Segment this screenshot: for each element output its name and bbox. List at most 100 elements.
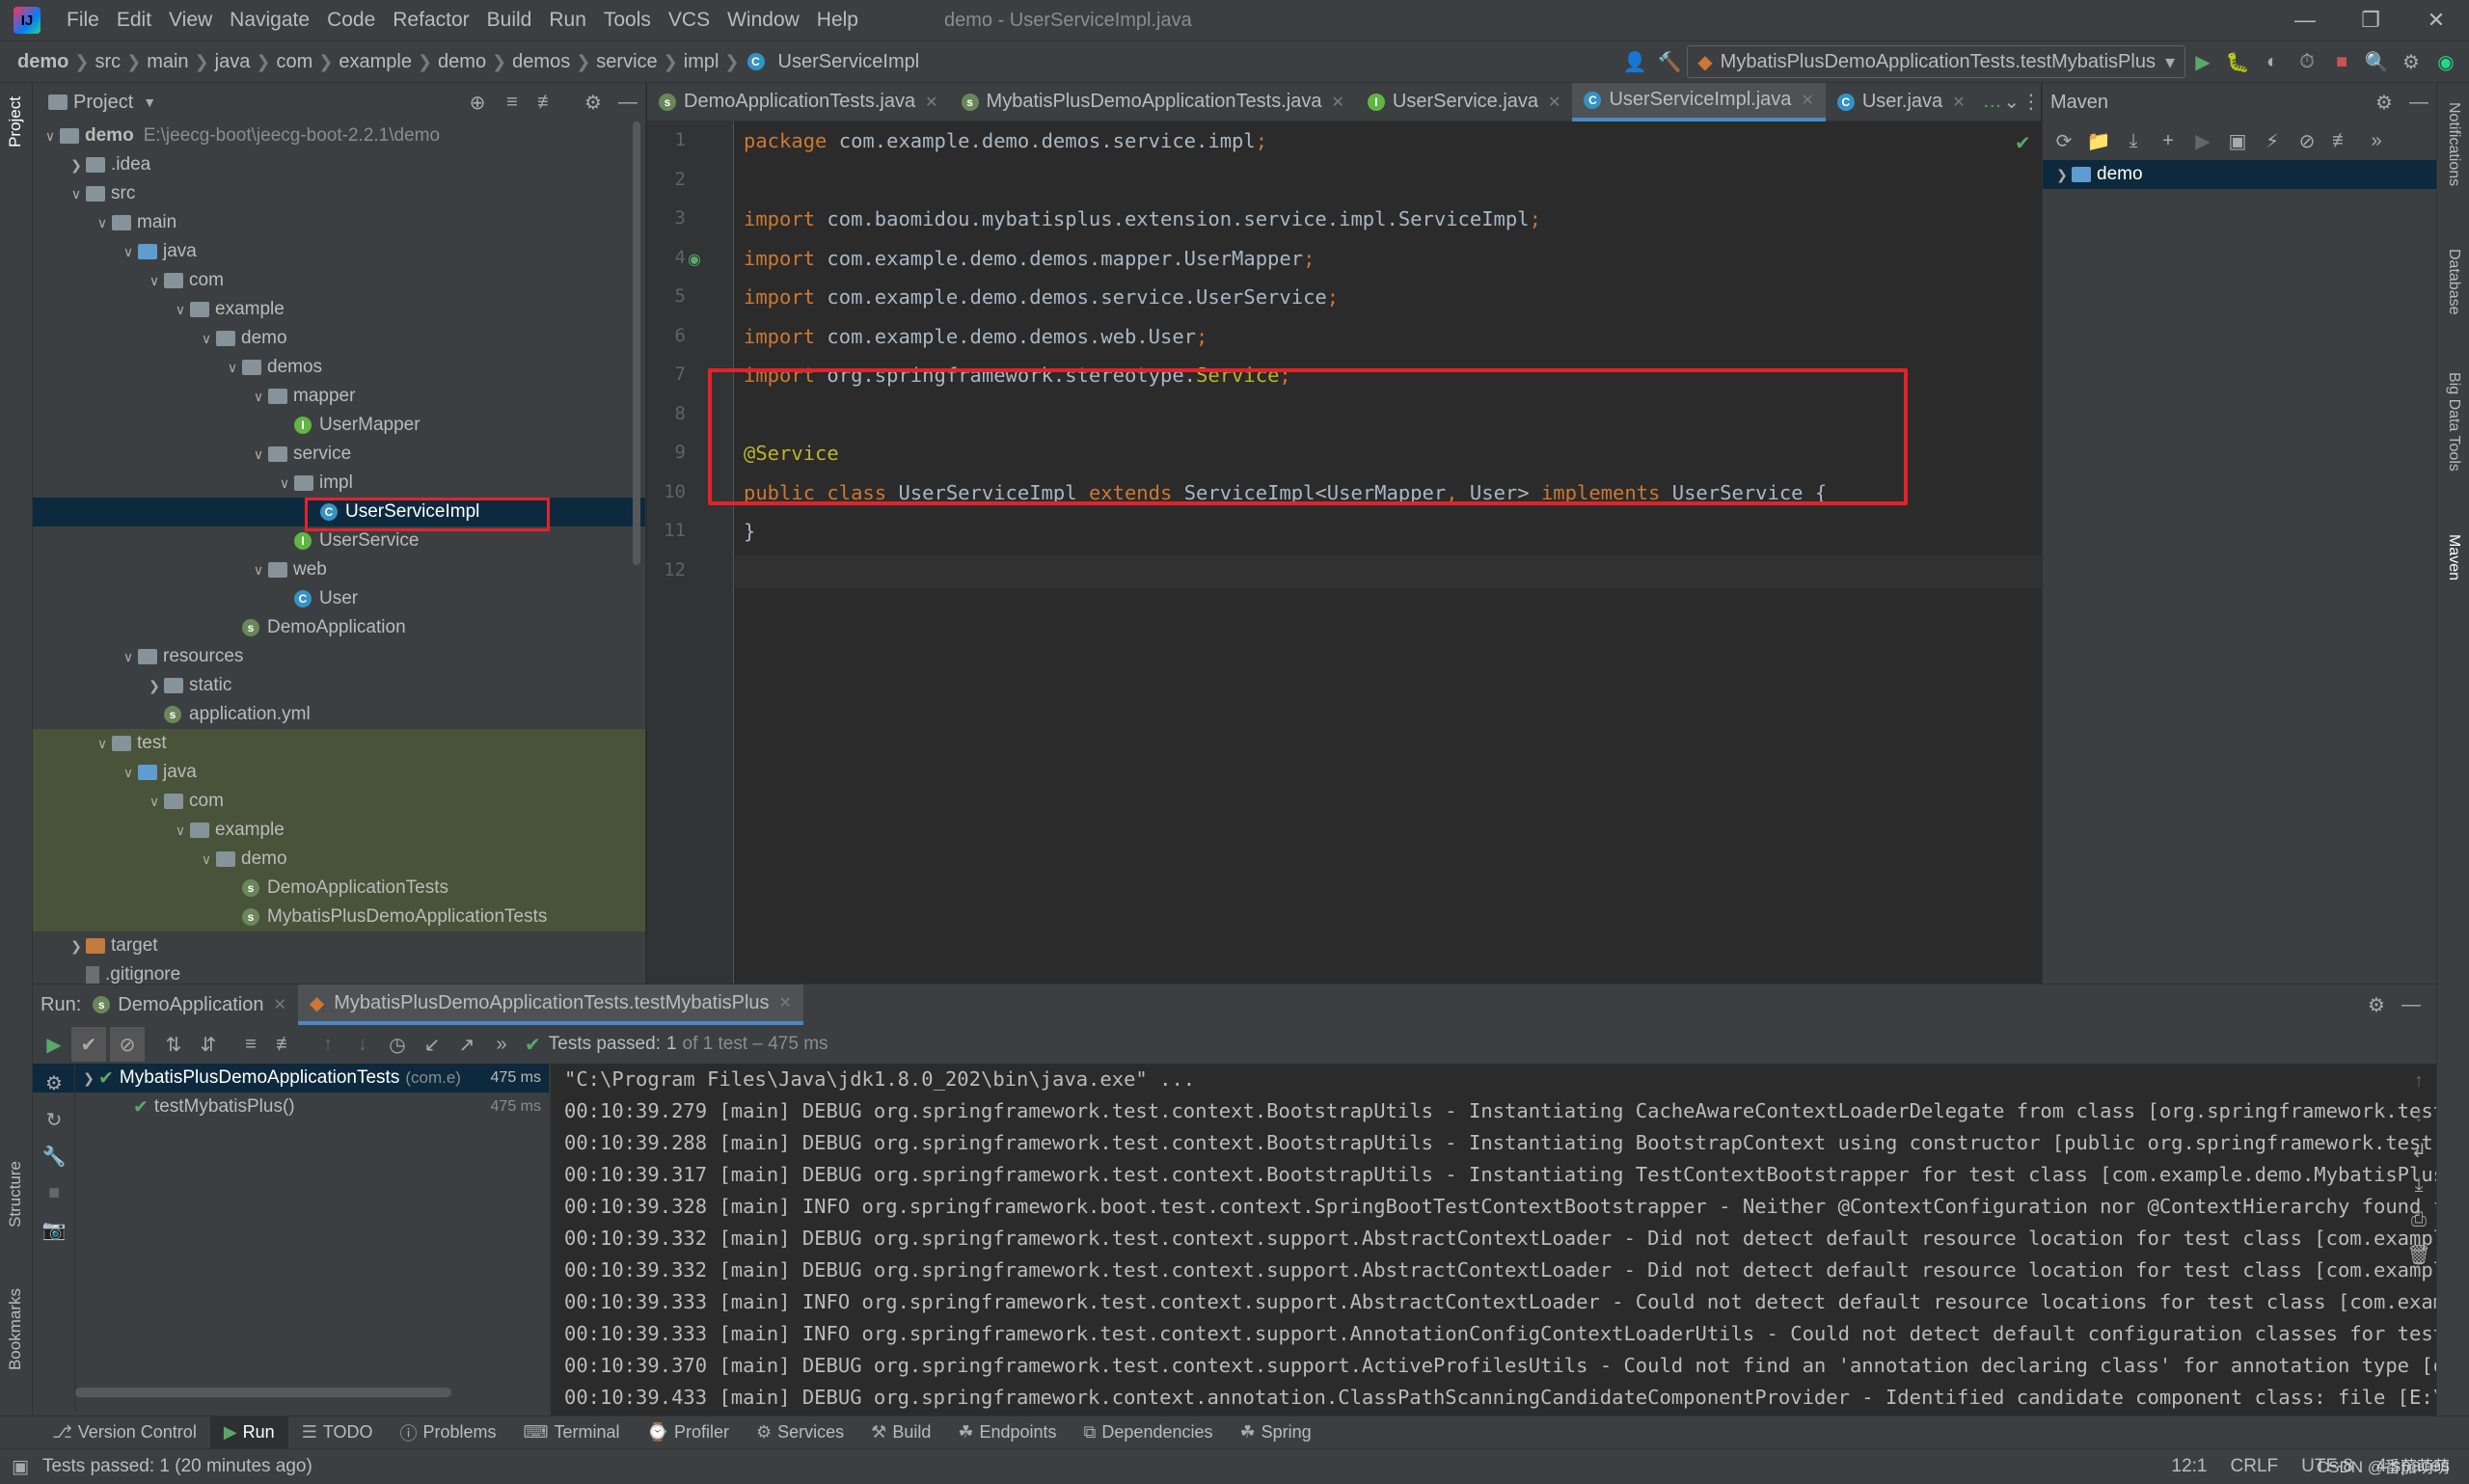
tree-item[interactable]: ❯ static [33,671,645,700]
tree-item[interactable]: ∨ com [33,787,645,816]
editor-tab[interactable]: C User.java ✕ [1826,83,1977,121]
tree-item[interactable]: ❯ target [33,931,645,960]
tool-button-dependencies[interactable]: ⧉ Dependencies [1071,1417,1227,1449]
wrench-icon[interactable]: 🔧 [37,1139,71,1174]
skip-tests-icon[interactable]: ⊘ [2290,123,2324,158]
tool-button-todo[interactable]: ☰ TODO [288,1417,387,1449]
chevron-down-icon[interactable]: ∨ [275,475,294,492]
clear-all-icon[interactable]: 🗑 [2401,1237,2436,1272]
breadcrumb-item[interactable]: demos [506,51,576,73]
run-icon[interactable]: ▶ [2185,123,2220,158]
camera-icon[interactable]: 📷 [37,1212,71,1247]
scroll-to-end-icon[interactable]: ⤓ [2401,1168,2436,1202]
close-window-button[interactable]: ✕ [2403,0,2469,40]
notifications-tool-button[interactable]: Notifications [2445,102,2462,186]
collapse-all-icon[interactable]: ≢ [529,85,564,120]
bean-gutter-icon[interactable]: ◉ [688,250,701,269]
project-tool-button[interactable]: Project [6,96,25,148]
chevron-down-icon[interactable]: ⌄ [2002,85,2021,120]
previous-failed-icon[interactable]: ↑ [311,1027,345,1062]
stop-icon[interactable]: ■ [2324,44,2359,79]
tool-button-problems[interactable]: ⓘ Problems [387,1417,510,1449]
chevron-down-icon[interactable]: ∨ [197,331,216,347]
close-icon[interactable]: ✕ [1952,93,1965,112]
sort-duration-icon[interactable]: ⇵ [191,1027,226,1062]
bookmarks-tool-button[interactable]: Bookmarks [6,1288,25,1370]
tree-item[interactable]: ∨ service [33,440,645,469]
menu-edit[interactable]: Edit [108,0,160,40]
chevron-down-icon[interactable]: ∨ [145,273,164,289]
tree-item[interactable]: ❯ .idea [33,150,645,179]
chevron-down-icon[interactable]: ∨ [119,244,138,260]
tree-item[interactable]: I UserMapper [33,411,645,440]
tree-item[interactable]: ∨ demo [33,324,645,353]
menu-vcs[interactable]: VCS [660,0,719,40]
chevron-down-icon[interactable]: ∨ [197,851,216,868]
collapse-all-icon[interactable]: ≢ [268,1027,303,1062]
scrollbar[interactable] [633,121,640,565]
hide-panel-icon[interactable]: — [610,85,645,120]
tree-item[interactable]: C User [33,584,645,613]
editor-tab[interactable]: s DemoApplicationTests.java ✕ [647,83,950,121]
chevron-down-icon[interactable]: ∨ [41,128,60,145]
chevron-down-icon[interactable]: ∨ [119,649,138,665]
code-line[interactable]: package com.example.demo.demos.service.i… [744,129,1267,152]
tree-item[interactable]: ∨ com [33,266,645,295]
more-tabs-icon[interactable]: … [1983,91,2002,113]
add-icon[interactable]: + [2151,123,2185,158]
menu-view[interactable]: View [160,0,221,40]
locate-icon[interactable]: ⊕ [460,85,495,120]
menu-tools[interactable]: Tools [595,0,660,40]
editor-tab[interactable]: s MybatisPlusDemoApplicationTests.java ✕ [950,83,1356,121]
run-tab-demoapplication[interactable]: s DemoApplication ✕ [81,985,298,1025]
breadcrumb-item[interactable]: demo [432,51,492,73]
close-icon[interactable]: ✕ [925,93,937,112]
tree-item[interactable]: ∨ java [33,758,645,787]
menu-code[interactable]: Code [318,0,384,40]
tool-button-profiler[interactable]: ⌚ Profiler [634,1417,743,1449]
chevron-down-icon[interactable]: ❯ [79,1070,98,1087]
run-configuration-select[interactable]: ◆ MybatisPlusDemoApplicationTests.testMy… [1687,45,2185,78]
chevron-right-icon[interactable]: ❯ [145,678,164,694]
code-line[interactable]: import com.baomidou.mybatisplus.extensio… [744,207,1541,230]
stop-icon[interactable]: ■ [37,1175,71,1210]
breadcrumb-item[interactable]: demo [12,51,74,73]
menu-help[interactable]: Help [808,0,867,40]
restore-layout-icon[interactable]: ⚙ [37,1066,71,1100]
chevron-down-icon[interactable]: ∨ [249,562,268,579]
chevron-down-icon[interactable]: ∨ [145,794,164,810]
scrollbar[interactable] [75,1388,451,1397]
close-icon[interactable]: ✕ [779,993,792,1012]
minimize-button[interactable]: — [2272,0,2338,40]
database-tool-button[interactable]: Database [2445,249,2462,315]
tool-button-version-control[interactable]: ⎇ Version Control [39,1417,210,1449]
line-separator[interactable]: CRLF [2231,1456,2279,1477]
scroll-down-icon[interactable]: ↓ [2401,1098,2436,1133]
tree-item[interactable]: ∨ demos [33,353,645,382]
expand-all-icon[interactable]: ≡ [233,1027,268,1062]
chevron-down-icon[interactable]: ▼ [143,94,156,110]
code-line[interactable]: import com.example.demo.demos.service.Us… [744,285,1339,309]
chevron-down-icon[interactable]: ∨ [249,446,268,463]
jetbrains-toolbox-icon[interactable]: ◉ [2428,44,2463,79]
menu-run[interactable]: Run [540,0,595,40]
import-tests-icon[interactable]: ↙ [415,1027,449,1062]
add-folder-icon[interactable]: 📁 [2081,123,2116,158]
breadcrumb-item[interactable]: service [590,51,663,73]
show-ignored-icon[interactable]: ⊘ [110,1027,145,1062]
tree-item[interactable]: ∨ demo E:\jeecg-boot\jeecg-boot-2.2.1\demo [33,121,645,150]
execute-goal-icon[interactable]: ▣ [2220,123,2255,158]
print-icon[interactable]: ⎙ [2401,1202,2436,1237]
chevron-right-icon[interactable]: ❯ [67,157,86,174]
tree-item[interactable]: ∨ example [33,295,645,324]
test-case-row[interactable]: ✔ testMybatisPlus() 475 ms [33,1093,549,1121]
debug-icon[interactable]: 🐛 [2220,44,2255,79]
expand-all-icon[interactable]: ≡ [495,85,529,120]
tree-item[interactable]: ∨ java [33,237,645,266]
toggle-tool-windows-icon[interactable]: ▣ [12,1456,29,1478]
tree-item[interactable]: ∨ resources [33,642,645,671]
maven-project-row[interactable]: ❯ demo [2043,160,2436,189]
chevron-down-icon[interactable]: ∨ [119,765,138,781]
code-line[interactable]: import com.example.demo.demos.web.User; [744,325,1207,348]
breadcrumb-item[interactable]: impl [678,51,725,73]
